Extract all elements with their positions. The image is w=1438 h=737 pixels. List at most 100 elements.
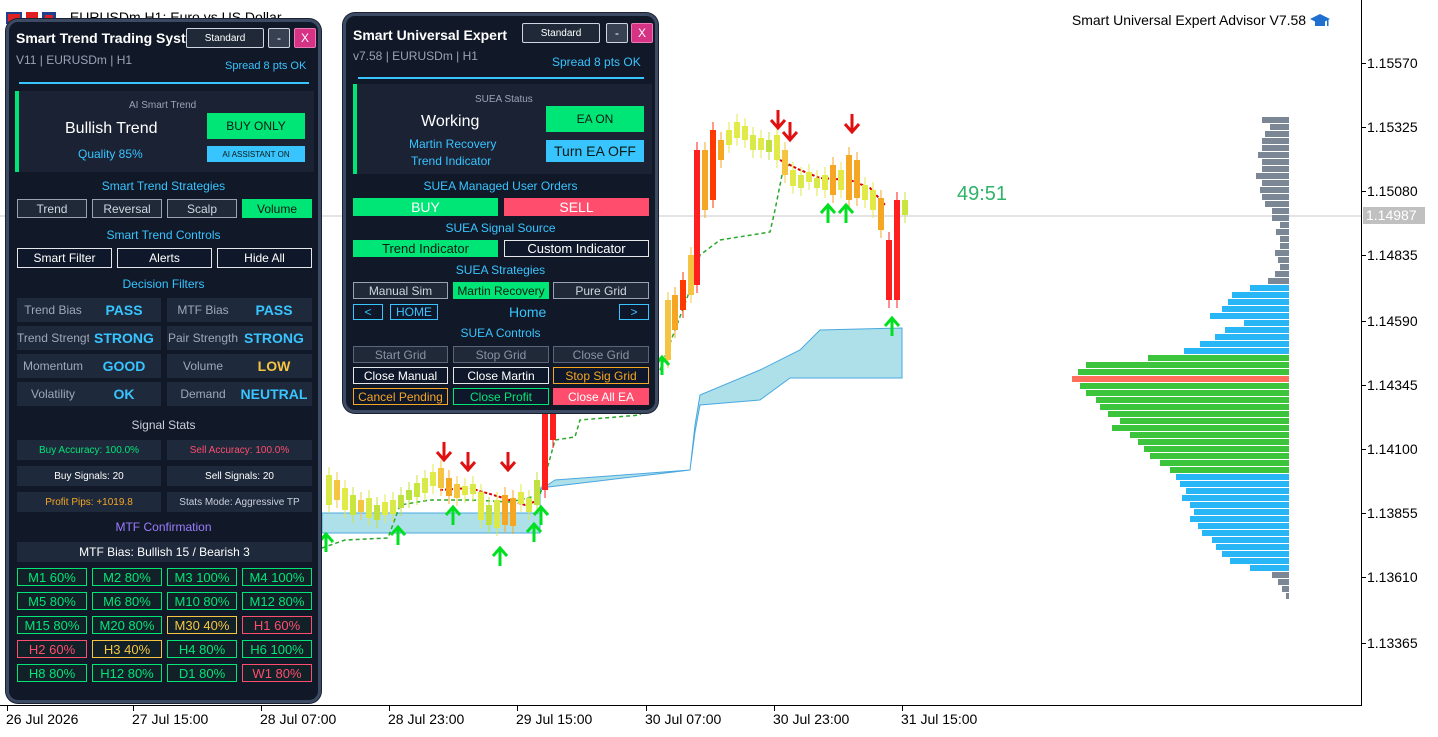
time-axis-tick [774,706,775,711]
suea-next-button[interactable]: > [619,304,649,320]
time-axis-label: 31 Jul 15:00 [901,711,978,727]
suea-buy-button[interactable]: BUY [353,198,498,216]
suea-minimize-button[interactable]: - [606,23,628,43]
sts-strategy-trend[interactable]: Trend [17,199,87,218]
suea-strategy-martin-recovery[interactable]: Martin Recovery [453,282,549,299]
suea-strategies-header: SUEA Strategies [455,263,546,277]
price-axis-tick [1361,577,1366,578]
suea-status-value: Working [421,113,480,130]
suea-close-profit-button[interactable]: Close Profit [453,388,549,405]
price-axis-label: 1.15080 [1367,183,1418,199]
time-axis-label: 29 Jul 15:00 [516,711,593,727]
sts-sell-accuracy: Sell Accuracy: 100.0% [167,440,312,460]
time-axis-label: 27 Jul 15:00 [132,711,209,727]
suea-mode-button[interactable]: Standard [522,23,600,43]
sts-filter-value: STRONG [244,330,304,346]
suea-close-button[interactable]: X [631,23,653,43]
suea-close-grid-button[interactable]: Close Grid [553,346,649,363]
sts-mtf-cell: D1 80% [167,664,237,682]
suea-close-all-button[interactable]: Close All EA [553,388,649,405]
sts-filter-label: Momentum [22,359,84,373]
time-axis-tick [389,706,390,711]
price-axis-label: 1.13365 [1367,635,1418,651]
suea-sell-button[interactable]: SELL [504,198,649,216]
sts-strategy-scalp[interactable]: Scalp [167,199,237,218]
suea-stop-grid-button[interactable]: Stop Grid [453,346,549,363]
sts-strategy-volume[interactable]: Volume [242,199,312,218]
sts-control-smart-filter[interactable]: Smart Filter [17,248,112,268]
sts-filter-row: Volume LOW [167,354,312,378]
price-axis-label: 1.15570 [1367,55,1418,71]
sts-strategies-header: Smart Trend Strategies [101,179,226,193]
time-axis-tick [517,706,518,711]
time-axis-tick [7,706,8,711]
suea-panel[interactable]: Smart Universal Expert Standard - X v7.5… [343,13,658,413]
sts-filter-row: Pair Strength STRONG [167,326,312,350]
price-axis-label: 1.13855 [1367,505,1418,521]
sts-ai-card: AI Smart Trend Bullish Trend Quality 85%… [15,91,314,172]
sts-filter-row: MTF Bias PASS [167,298,312,322]
suea-status-accent [353,84,357,174]
sts-mtf-bias: MTF Bias: Bullish 15 / Bearish 3 [17,542,312,562]
suea-turn-off-button[interactable]: Turn EA OFF [546,140,644,162]
sts-control-alerts[interactable]: Alerts [117,248,212,268]
suea-stop-sig-grid-button[interactable]: Stop Sig Grid [553,367,649,384]
sts-filter-row: Demand NEUTRAL [167,382,312,406]
sts-mtf-cell: M10 80% [167,592,237,610]
sts-filter-label: Trend Strength [17,331,89,345]
sts-quality: Quality 85% [78,147,143,161]
time-axis-tick [133,706,134,711]
sts-mode-button[interactable]: Standard [186,28,264,48]
sts-filter-value: PASS [105,302,143,318]
sts-strategy-reversal[interactable]: Reversal [92,199,162,218]
sts-mtf-cell: M2 80% [92,568,162,586]
price-axis-tick [1361,127,1366,128]
sts-mtf-cell: H3 40% [92,640,162,658]
sts-filter-label: Volatility [30,387,76,401]
price-axis-label: 1.14590 [1367,313,1418,329]
sts-ai-assistant-toggle[interactable]: AI ASSISTANT ON [207,146,305,162]
suea-prev-button[interactable]: < [353,304,383,320]
current-price-label: 1.14987 [1363,207,1425,224]
sts-filter-label: MTF Bias [177,303,229,317]
price-axis-tick [1361,63,1366,64]
sts-close-button[interactable]: X [294,28,316,48]
time-axis-label: 26 Jul 2026 [6,711,79,727]
price-axis-tick [1361,255,1366,256]
suea-trend-indicator-button[interactable]: Trend Indicator [353,240,498,257]
suea-title: Smart Universal Expert [353,27,508,43]
suea-mode-indicator: Trend Indicator [411,154,492,168]
suea-cancel-pending-button[interactable]: Cancel Pending [353,388,448,405]
sts-trend-label: Bullish Trend [65,120,158,137]
trading-terminal: { "window": {"title": "EURUSDm,H1: Euro … [0,0,1438,737]
suea-status-label: SUEA Status [475,94,533,105]
sts-buy-only-button[interactable]: BUY ONLY [207,113,305,139]
time-axis-tick [902,706,903,711]
time-axis-tick [646,706,647,711]
suea-mode-recovery: Martin Recovery [409,137,497,151]
suea-strategy-pure-grid[interactable]: Pure Grid [553,282,649,299]
suea-strategy-manual-sim[interactable]: Manual Sim [353,282,448,299]
suea-close-manual-button[interactable]: Close Manual [353,367,448,384]
ea-name-label: Smart Universal Expert Advisor V7.58 [1072,12,1330,28]
suea-ea-on-button[interactable]: EA ON [546,106,644,132]
sts-mtf-header: MTF Confirmation [115,520,212,534]
sts-mtf-cell: M20 80% [92,616,162,634]
suea-close-martin-button[interactable]: Close Martin [453,367,549,384]
sts-filter-value: OK [113,386,135,402]
suea-custom-indicator-button[interactable]: Custom Indicator [504,240,649,257]
smart-trend-panel[interactable]: Smart Trend Trading System Standard - X … [6,19,321,703]
sts-mtf-cell: M6 80% [92,592,162,610]
sts-stats-mode: Stats Mode: Aggressive TP [167,492,312,512]
sts-filter-row: Trend Bias PASS [17,298,161,322]
price-axis-tick [1361,385,1366,386]
price-axis-label: 1.15325 [1367,119,1418,135]
sts-mtf-cell: H2 60% [17,640,87,658]
sts-mtf-cell: H4 80% [167,640,237,658]
bar-countdown: 49:51 [957,183,1008,205]
sts-minimize-button[interactable]: - [268,28,290,48]
sts-control-hide-all[interactable]: Hide All [217,248,312,268]
sts-mtf-cell: H8 80% [17,664,87,682]
suea-home-button[interactable]: HOME [390,304,438,320]
suea-start-grid-button[interactable]: Start Grid [353,346,448,363]
